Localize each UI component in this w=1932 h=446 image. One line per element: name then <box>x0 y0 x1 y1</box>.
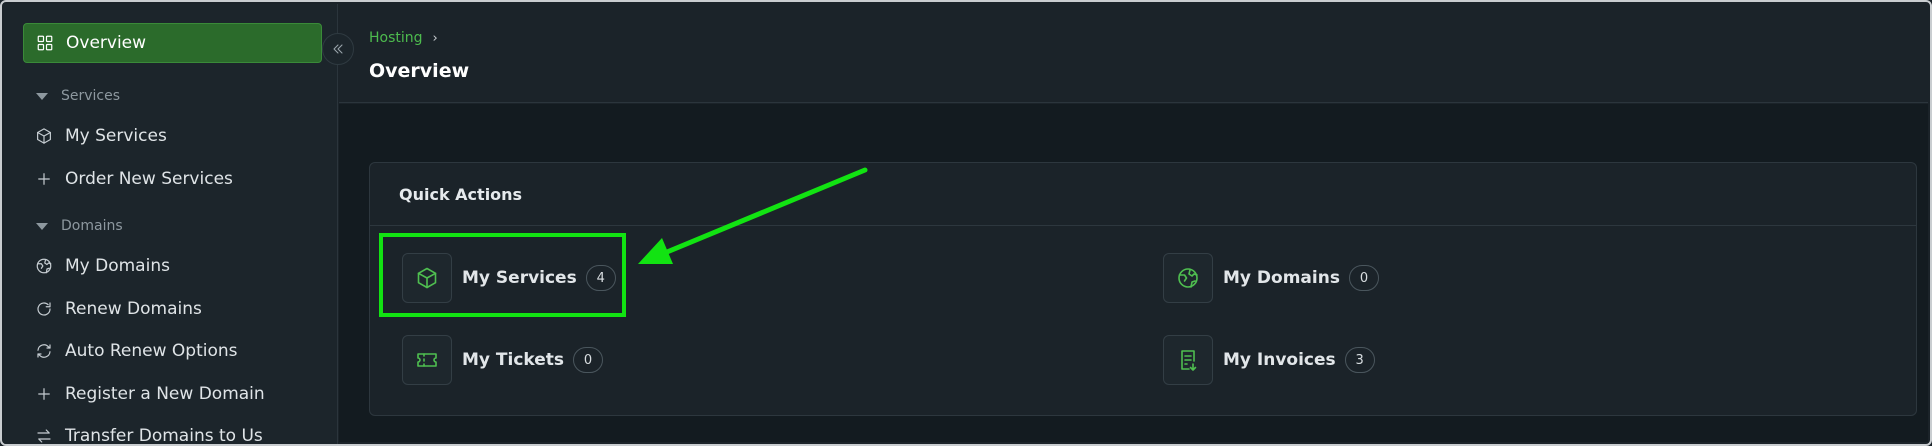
quick-action-label: My Invoices <box>1223 350 1336 370</box>
quick-action-my-invoices[interactable]: My Invoices 3 <box>1163 335 1375 385</box>
sidebar-item-auto-renew-options[interactable]: Auto Renew Options <box>23 331 322 371</box>
count-badge: 0 <box>573 347 604 373</box>
sidebar-item-label: My Domains <box>65 256 170 276</box>
globe-icon <box>1163 253 1213 303</box>
sidebar-item-register-new-domain[interactable]: Register a New Domain <box>23 374 322 414</box>
page-header: Hosting › Overview <box>339 4 1928 103</box>
quick-actions-title: Quick Actions <box>370 163 1916 226</box>
caret-down-icon <box>36 92 48 100</box>
sidebar-item-label: Transfer Domains to Us <box>65 426 263 446</box>
highlight-box <box>379 233 626 317</box>
chevrons-left-icon <box>333 44 343 54</box>
count-badge: 3 <box>1344 347 1375 373</box>
sidebar-item-overview[interactable]: Overview <box>23 23 322 63</box>
ticket-icon <box>402 335 452 385</box>
quick-action-label: My Domains <box>1223 268 1340 288</box>
invoice-icon <box>1163 335 1213 385</box>
grid-icon <box>36 34 54 52</box>
sidebar-item-label: Auto Renew Options <box>65 341 238 361</box>
chevron-right-icon: › <box>432 30 438 46</box>
section-toggle-services[interactable]: Services <box>36 88 120 104</box>
plus-icon <box>35 385 53 403</box>
breadcrumb: Hosting › <box>369 30 438 46</box>
section-toggle-domains[interactable]: Domains <box>36 218 123 234</box>
sidebar-item-my-domains[interactable]: My Domains <box>23 246 322 286</box>
sidebar-item-label: Overview <box>66 33 147 53</box>
quick-action-my-domains[interactable]: My Domains 0 <box>1163 253 1379 303</box>
sidebar-item-label: My Services <box>65 126 167 146</box>
sidebar-item-label: Renew Domains <box>65 299 202 319</box>
count-badge: 0 <box>1348 265 1379 291</box>
quick-action-label: My Tickets <box>462 350 565 370</box>
sync-icon <box>35 342 53 360</box>
sidebar-item-my-services[interactable]: My Services <box>23 116 322 156</box>
sidebar-item-order-new-services[interactable]: Order New Services <box>23 159 322 199</box>
caret-down-icon <box>36 222 48 230</box>
section-title: Domains <box>61 218 123 234</box>
globe-icon <box>35 257 53 275</box>
sidebar-item-label: Order New Services <box>65 169 233 189</box>
cube-icon <box>35 127 53 145</box>
section-title: Services <box>61 88 121 104</box>
sidebar-item-renew-domains[interactable]: Renew Domains <box>23 289 322 329</box>
sidebar-item-transfer-domains[interactable]: Transfer Domains to Us <box>23 416 322 446</box>
sidebar: Overview Services My Services Order New … <box>4 4 338 446</box>
app-window: Overview Services My Services Order New … <box>0 0 1932 446</box>
page-title: Overview <box>369 60 470 82</box>
sidebar-item-label: Register a New Domain <box>65 384 265 404</box>
refresh-icon <box>35 300 53 318</box>
transfer-icon <box>35 427 53 444</box>
collapse-sidebar-button[interactable] <box>322 33 354 65</box>
plus-icon <box>35 170 53 188</box>
breadcrumb-link-hosting[interactable]: Hosting <box>369 30 423 46</box>
quick-action-my-tickets[interactable]: My Tickets 0 <box>402 335 604 385</box>
